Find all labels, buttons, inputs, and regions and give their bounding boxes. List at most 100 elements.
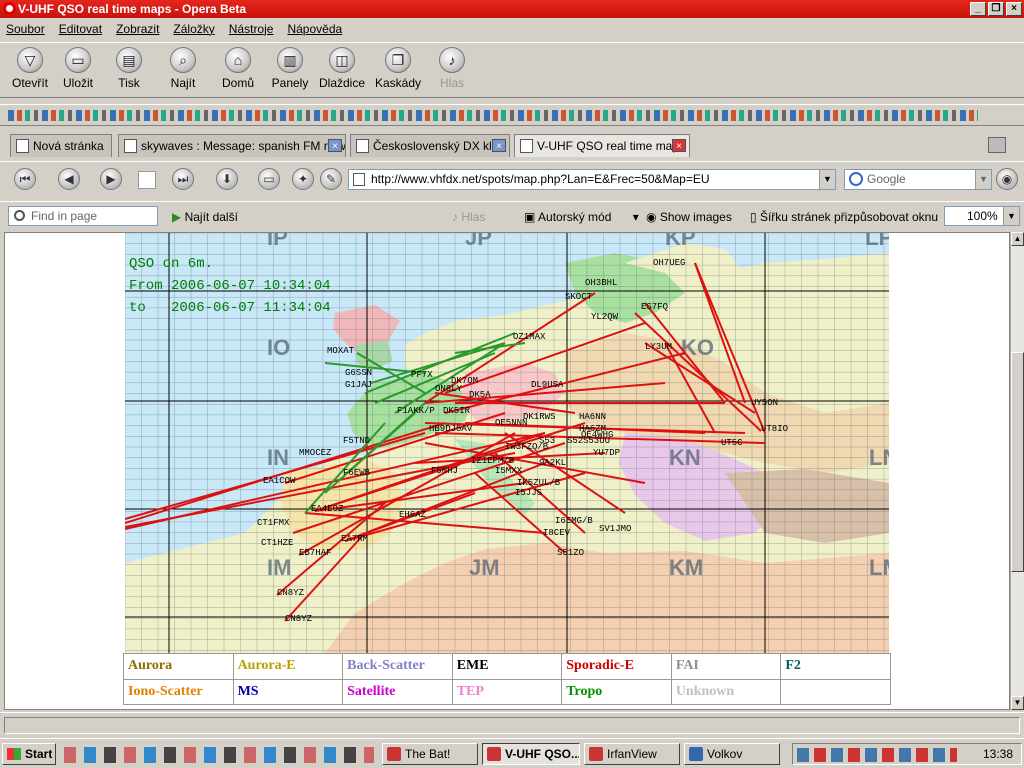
trash-icon[interactable] bbox=[988, 137, 1006, 153]
tab-new-page[interactable]: Nová stránka bbox=[10, 134, 112, 157]
eye-icon[interactable]: ◉ bbox=[996, 168, 1018, 190]
panels-button[interactable]: ▥ Panely bbox=[264, 47, 316, 90]
address-field[interactable]: http://www.vhfdx.net/spots/map.php?Lan=E… bbox=[348, 169, 836, 190]
personal-bar bbox=[0, 104, 1024, 126]
reload-button[interactable]: ⬇ bbox=[216, 168, 238, 190]
scroll-up-icon[interactable]: ▲ bbox=[1011, 232, 1024, 246]
qso-map[interactable]: IP JP KP LP IO KO IN KN LN IM JM KM LM OH7UEG OH3BHL S… bbox=[125, 233, 889, 653]
station-label: HA6NN bbox=[579, 412, 606, 422]
tray-icons[interactable] bbox=[797, 748, 957, 762]
station-label: YU7DP bbox=[593, 448, 620, 458]
search-dropdown-icon[interactable]: ▼ bbox=[975, 170, 991, 189]
station-label: F6EWB bbox=[343, 468, 371, 478]
task-volkov[interactable]: Volkov bbox=[684, 743, 780, 765]
station-label: MMOCEZ bbox=[299, 448, 332, 458]
author-mode-button[interactable]: ▣ Autorský mód ▾ bbox=[524, 210, 639, 224]
forward-button[interactable]: ▶ bbox=[100, 168, 122, 190]
zoom-select[interactable]: 100% ▼ bbox=[944, 206, 1020, 226]
home-button[interactable]: ⌂ Domů bbox=[212, 47, 264, 90]
task-irfanview[interactable]: IrfanView bbox=[584, 743, 680, 765]
legend-unknown: Unknown bbox=[670, 678, 782, 705]
search-field[interactable]: Google ▼ bbox=[844, 169, 992, 190]
the-bat-icon bbox=[387, 747, 401, 761]
legend-back-scatter: Back-Scatter bbox=[342, 653, 453, 680]
rewind-button[interactable]: ⏮ bbox=[14, 168, 36, 190]
grid-square-label: IP bbox=[267, 233, 288, 250]
close-tab-icon[interactable]: × bbox=[328, 139, 342, 152]
station-label: YL2QW bbox=[591, 312, 619, 322]
volkov-icon bbox=[689, 747, 703, 761]
save-button[interactable]: ▭ Uložit bbox=[52, 47, 104, 90]
station-label: SV1JMO bbox=[599, 524, 631, 534]
voice-button[interactable]: ♪ Hlas bbox=[426, 47, 478, 90]
maximize-button[interactable]: ❐ bbox=[988, 2, 1004, 16]
stop-icon[interactable] bbox=[138, 171, 156, 189]
show-images-button[interactable]: ◉ Show images bbox=[646, 210, 732, 224]
vertical-scrollbar[interactable]: ▲ ▼ bbox=[1010, 232, 1024, 710]
back-button[interactable]: ◀ bbox=[58, 168, 80, 190]
legend-aurora-e: Aurora-E bbox=[232, 653, 344, 680]
find-input[interactable]: Find in page bbox=[8, 206, 158, 226]
tab-dx-club[interactable]: Československý DX klub × bbox=[350, 134, 510, 157]
save-page-button[interactable]: ▭ bbox=[258, 168, 280, 190]
station-label: DL9USA bbox=[531, 380, 564, 390]
fast-forward-button[interactable]: ⏭ bbox=[172, 168, 194, 190]
find-button[interactable]: ⌕ Najít bbox=[157, 47, 209, 90]
clock: 13:38 bbox=[982, 747, 1013, 761]
task-the-bat[interactable]: The Bat! bbox=[382, 743, 478, 765]
map-header-line-3: to 2006-06-07 11:34:04 bbox=[129, 300, 331, 316]
station-label: I8CEV bbox=[543, 528, 571, 538]
open-button[interactable]: ▽ Otevřít bbox=[4, 47, 56, 90]
address-dropdown-icon[interactable]: ▼ bbox=[819, 170, 835, 189]
cascade-button[interactable]: ❐ Kaskády bbox=[372, 47, 424, 90]
start-button[interactable]: Start bbox=[2, 743, 56, 765]
legend-fai: FAI bbox=[670, 653, 782, 680]
search-icon bbox=[14, 210, 25, 221]
close-button[interactable]: × bbox=[1006, 2, 1022, 16]
tile-button[interactable]: ◫ Dlaždice bbox=[316, 47, 368, 90]
station-label: IK5ZUL/B bbox=[517, 478, 561, 488]
save-icon: ▭ bbox=[65, 47, 91, 73]
menu-view[interactable]: Zobrazit bbox=[116, 19, 159, 39]
grid-square-label: LN bbox=[869, 445, 889, 470]
station-label: IW3FZQ/B bbox=[505, 442, 549, 452]
find-next-button[interactable]: ▶ Najít další bbox=[172, 210, 238, 224]
grid-square-label: JM bbox=[469, 555, 500, 580]
station-label: EB7HAF bbox=[299, 548, 331, 558]
chevron-down-icon[interactable]: ▼ bbox=[1003, 207, 1019, 225]
fit-width-toggle[interactable]: ▯ Šířku stránek přizpůsobovat oknu bbox=[750, 210, 938, 224]
irfanview-icon bbox=[589, 747, 603, 761]
scroll-thumb[interactable] bbox=[1011, 352, 1024, 572]
close-tab-icon[interactable]: × bbox=[672, 139, 686, 152]
voice-icon: ♪ bbox=[439, 47, 465, 73]
legend-aurora: Aurora bbox=[123, 653, 234, 680]
search-icon: ⌕ bbox=[170, 47, 196, 73]
wand-icon[interactable]: ✦ bbox=[292, 168, 314, 190]
tab-skywaves[interactable]: skywaves : Message: spanish FM now × bbox=[118, 134, 346, 157]
minimize-button[interactable]: _ bbox=[970, 2, 986, 16]
station-label: ES7FQ bbox=[641, 302, 668, 312]
station-label: G1JAJ bbox=[345, 380, 372, 390]
tab-vuhf-maps[interactable]: V-UHF QSO real time maps × bbox=[514, 134, 690, 157]
menu-tools[interactable]: Nástroje bbox=[229, 19, 274, 39]
grid-square-label: KM bbox=[669, 555, 703, 580]
station-label: OE5NNN bbox=[495, 418, 527, 428]
menu-help[interactable]: Nápověda bbox=[287, 19, 342, 39]
voice-toggle[interactable]: ♪ Hlas bbox=[452, 210, 485, 224]
menu-file[interactable]: Soubor bbox=[6, 19, 45, 39]
close-tab-icon[interactable]: × bbox=[492, 139, 506, 152]
cascade-icon: ❐ bbox=[385, 47, 411, 73]
page-icon bbox=[353, 173, 365, 186]
station-label: IZ1EPM/B bbox=[471, 456, 515, 466]
menu-edit[interactable]: Editovat bbox=[59, 19, 102, 39]
grid-square-label: LP bbox=[865, 233, 889, 250]
station-label: HB9DJ5AV bbox=[429, 424, 473, 434]
print-button[interactable]: ▤ Tisk bbox=[103, 47, 155, 90]
scroll-down-icon[interactable]: ▼ bbox=[1011, 696, 1024, 710]
bookmark-icons-strip[interactable] bbox=[8, 110, 978, 121]
quick-launch-icons[interactable] bbox=[64, 747, 374, 763]
menu-bookmarks[interactable]: Záložky bbox=[173, 19, 214, 39]
edit-icon[interactable]: ✎ bbox=[320, 168, 342, 190]
task-opera[interactable]: V-UHF QSO... bbox=[482, 743, 580, 765]
tile-icon: ◫ bbox=[329, 47, 355, 73]
